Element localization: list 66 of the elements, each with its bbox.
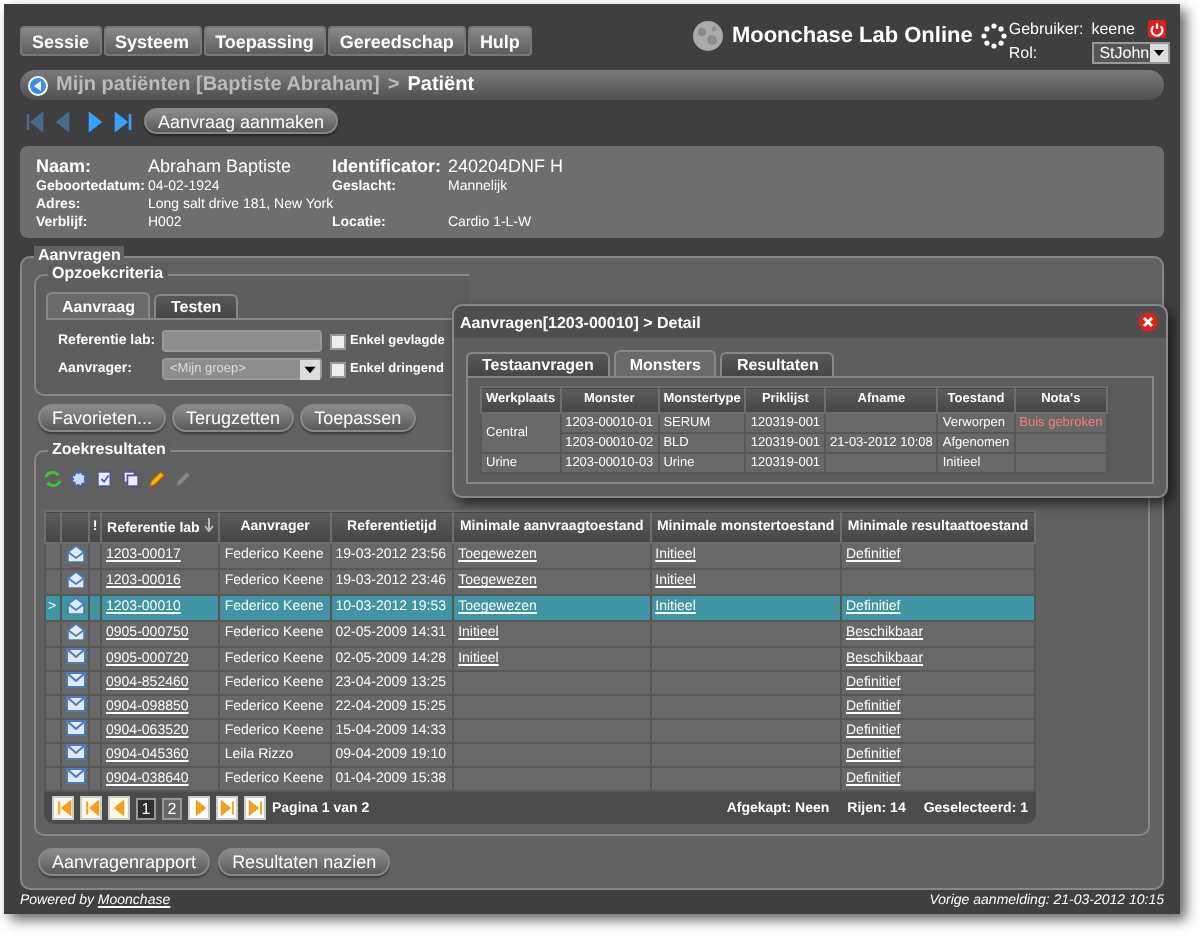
- menu-item[interactable]: Hulp: [467, 26, 532, 56]
- right-arrow-icon[interactable]: [84, 111, 104, 131]
- open-envelope-icon: [65, 570, 85, 588]
- role-label: Rol:: [1008, 44, 1040, 62]
- reference-input[interactable]: [162, 330, 322, 352]
- breadcrumb-current: Patiënt: [407, 74, 475, 96]
- power-icon[interactable]: [1147, 20, 1166, 38]
- create-request-button[interactable]: Aanvraag aanmaken: [144, 108, 339, 134]
- back-icon[interactable]: [28, 75, 48, 95]
- right-arrow-icon[interactable]: [114, 111, 134, 131]
- app-title: Moonchase Lab Online: [731, 24, 973, 48]
- role-select[interactable]: StJohn: [1091, 42, 1170, 64]
- first-page-button[interactable]: [52, 796, 74, 820]
- next-page-button[interactable]: [216, 796, 238, 820]
- action-button[interactable]: Favorieten...: [38, 404, 167, 432]
- action-button[interactable]: Terugzetten: [172, 404, 295, 432]
- tab[interactable]: Aanvraag: [46, 292, 151, 318]
- dialog-title: Aanvragen[1203-00010] > Detail: [460, 313, 701, 331]
- action-button[interactable]: Resultaten nazien: [218, 848, 391, 876]
- page-button[interactable]: 1: [136, 797, 156, 819]
- envelope-icon: [65, 768, 85, 784]
- checkbox[interactable]: [330, 361, 346, 377]
- gear-icon[interactable]: [70, 469, 88, 487]
- envelope-icon: [65, 648, 85, 664]
- previous-page-button[interactable]: [108, 796, 130, 820]
- tab[interactable]: Testen: [154, 294, 238, 318]
- next-page-button[interactable]: [188, 796, 210, 820]
- menu-item[interactable]: Sessie: [20, 26, 102, 56]
- menu-item[interactable]: Gereedschap: [327, 26, 466, 56]
- page-button[interactable]: 2: [162, 797, 182, 819]
- open-envelope-icon: [65, 622, 85, 640]
- patient-identifier: 240204DNF H: [448, 154, 566, 178]
- copy-icon[interactable]: [122, 469, 140, 487]
- dropdown-caret-icon: [1149, 44, 1168, 62]
- last-page-button[interactable]: [244, 796, 266, 820]
- loading-spinner-icon: [980, 22, 1009, 50]
- document-check-icon[interactable]: [96, 469, 114, 487]
- open-envelope-icon: [65, 596, 85, 614]
- panel-legend: Opzoekcriteria: [48, 264, 168, 284]
- panel-legend: Aanvragen: [34, 246, 125, 266]
- tab[interactable]: Testaanvragen: [466, 352, 610, 376]
- action-button[interactable]: Toepassen: [300, 404, 416, 432]
- open-envelope-icon: [65, 544, 85, 562]
- user-name: keene: [1091, 20, 1137, 38]
- checkbox[interactable]: [330, 333, 346, 349]
- dropdown-caret-icon: [300, 359, 320, 379]
- action-button[interactable]: Aanvragenrapport: [38, 848, 211, 876]
- field-label: Naam:: [36, 154, 94, 178]
- breadcrumb-link[interactable]: Mijn patiënten [Baptiste Abraham]: [56, 74, 380, 96]
- envelope-icon: [65, 696, 85, 712]
- refresh-icon[interactable]: [44, 469, 62, 487]
- envelope-icon: [65, 720, 85, 736]
- menu-item[interactable]: Systeem: [103, 26, 202, 56]
- tab[interactable]: Monsters: [613, 350, 717, 376]
- patient-name: Abraham Baptiste: [148, 154, 294, 178]
- user-label: Gebruiker:: [1008, 20, 1084, 38]
- previous-page-button[interactable]: [80, 796, 102, 820]
- field-label: Identificator:: [332, 154, 444, 178]
- breadcrumb-separator: >: [387, 74, 400, 96]
- menu-item[interactable]: Toepassing: [203, 26, 326, 56]
- moon-logo-icon: [691, 20, 724, 52]
- close-icon[interactable]: [1138, 312, 1158, 332]
- envelope-icon: [65, 672, 85, 688]
- tab[interactable]: Resultaten: [720, 352, 835, 376]
- envelope-icon: [65, 744, 85, 760]
- panel-legend: Zoekresultaten: [48, 440, 170, 460]
